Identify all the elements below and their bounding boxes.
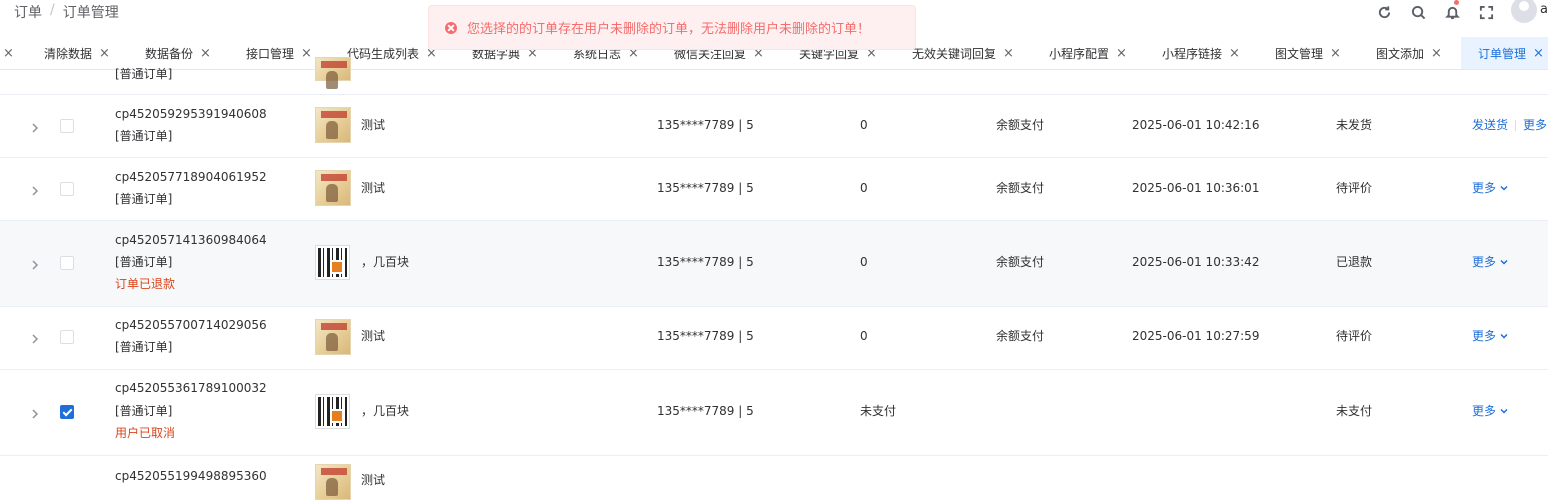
more-button[interactable]: 更多: [1472, 181, 1496, 195]
chevron-down-icon: [1500, 251, 1508, 265]
order-number: cp452057141360984064: [115, 233, 267, 247]
more-dropdown[interactable]: 更多: [1472, 177, 1508, 200]
order-type: [普通订单]: [115, 255, 173, 269]
more-button[interactable]: 更多: [1523, 118, 1547, 132]
user-info: 135****7789 | 5: [657, 404, 754, 418]
error-message-toast: 您选择的的订单存在用户未删除的订单，无法删除用户未删除的订单！: [428, 5, 916, 50]
order-number: cp452057718904061952: [115, 170, 267, 184]
refund-note: 订单已退款: [115, 277, 176, 291]
product-thumbnail: [315, 394, 350, 429]
expand-chevron-icon[interactable]: [30, 185, 40, 196]
user-info: 135****7789 | 5: [657, 255, 754, 269]
expand-chevron-icon[interactable]: [30, 408, 40, 419]
product-thumbnail: [315, 464, 351, 500]
order-type: [普通订单]: [115, 67, 173, 81]
row-actions: 发送货 更多: [1472, 114, 1547, 137]
payment-method: 余额支付: [996, 329, 1045, 343]
product-thumbnail: [315, 245, 350, 280]
error-circle-icon: [445, 21, 457, 34]
more-dropdown[interactable]: 更多: [1472, 400, 1508, 423]
more-dropdown[interactable]: 更多: [1472, 325, 1508, 348]
expand-chevron-icon[interactable]: [30, 259, 40, 270]
order-status: 待评价: [1336, 181, 1373, 195]
cancel-note: 用户已取消: [115, 426, 176, 440]
product-name: 测试: [361, 329, 386, 343]
chevron-down-icon: [1500, 177, 1508, 191]
amount: 0: [860, 181, 868, 195]
table-row: cp452055361789100032 [普通订单] 用户已取消 ，几百块 1…: [0, 370, 1548, 456]
order-number: cp452055361789100032: [115, 381, 267, 395]
chevron-down-icon: [1500, 325, 1508, 339]
row-checkbox[interactable]: [60, 330, 74, 344]
payment-method: 余额支付: [996, 118, 1045, 132]
order-status: 已退款: [1336, 255, 1373, 269]
order-type: [普通订单]: [115, 129, 173, 143]
product-thumbnail: [315, 57, 351, 89]
table-row: cp452055199498895360 测试: [0, 456, 1548, 500]
product-thumbnail: [315, 319, 351, 355]
order-time: 2025-06-01 10:36:01: [1132, 181, 1260, 195]
product-name: 测试: [361, 118, 386, 132]
order-status: 未发货: [1336, 118, 1373, 132]
payment-method: 余额支付: [996, 181, 1045, 195]
row-checkbox[interactable]: [60, 405, 74, 419]
order-type: [普通订单]: [115, 404, 173, 418]
more-button[interactable]: 更多: [1472, 404, 1496, 418]
order-number: cp452055199498895360: [115, 469, 267, 483]
order-type: [普通订单]: [115, 192, 173, 206]
more-button[interactable]: 更多: [1472, 329, 1496, 343]
order-time: 2025-06-01 10:33:42: [1132, 255, 1260, 269]
user-info: 135****7789 | 5: [657, 118, 754, 132]
product-name: ，几百块: [361, 255, 410, 269]
more-dropdown[interactable]: 更多: [1472, 251, 1508, 274]
row-checkbox[interactable]: [60, 256, 74, 270]
row-checkbox[interactable]: [60, 182, 74, 196]
user-info: 135****7789 | 5: [657, 329, 754, 343]
table-row: cp452057718904061952 [普通订单] 测试 135****77…: [0, 158, 1548, 221]
row-checkbox[interactable]: [60, 119, 74, 133]
order-status: 未支付: [1336, 404, 1373, 418]
amount: 0: [860, 255, 868, 269]
table-row: cp452059295391940608 [普通订单] 测试 135****77…: [0, 95, 1548, 158]
expand-chevron-icon[interactable]: [30, 333, 40, 344]
amount: 0: [860, 329, 868, 343]
table-row: cp452055700714029056 [普通订单] 测试 135****77…: [0, 307, 1548, 370]
table-row: cp452057141360984064 [普通订单] 订单已退款 ，几百块 1…: [0, 221, 1548, 307]
product-thumbnail: [315, 107, 351, 143]
order-time: 2025-06-01 10:27:59: [1132, 329, 1260, 343]
order-number: cp452055700714029056: [115, 318, 267, 332]
expand-chevron-icon[interactable]: [30, 122, 40, 133]
ship-button[interactable]: 发送货: [1472, 118, 1508, 132]
amount: 0: [860, 118, 868, 132]
order-status: 待评价: [1336, 329, 1373, 343]
more-button[interactable]: 更多: [1472, 255, 1496, 269]
chevron-down-icon: [1500, 400, 1508, 414]
amount: 未支付: [860, 404, 897, 418]
order-number: cp452059295391940608: [115, 107, 267, 121]
user-info: 135****7789 | 5: [657, 181, 754, 195]
order-time: 2025-06-01 10:42:16: [1132, 118, 1260, 132]
action-divider: [1515, 120, 1517, 131]
payment-method: 余额支付: [996, 255, 1045, 269]
product-thumbnail: [315, 170, 351, 206]
error-message-text: 您选择的的订单存在用户未删除的订单，无法删除用户未删除的订单！: [467, 22, 871, 37]
product-name: 测试: [361, 181, 386, 195]
order-type: [普通订单]: [115, 340, 173, 354]
product-name: ，几百块: [361, 404, 410, 418]
